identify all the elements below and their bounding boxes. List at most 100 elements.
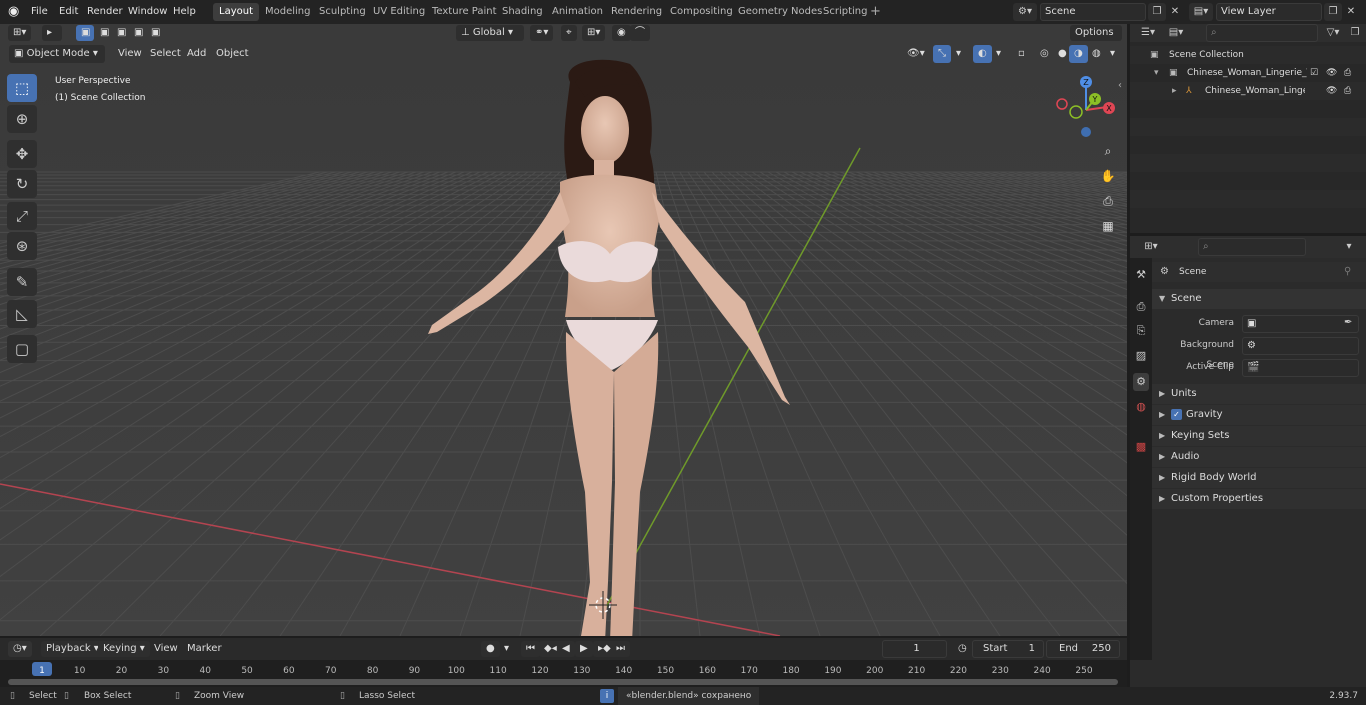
measure-tool-icon[interactable]: ◺ xyxy=(7,300,37,328)
select-box-tool-icon[interactable]: ⬚ xyxy=(7,74,37,102)
preview-range-icon[interactable]: ◷ xyxy=(953,641,972,657)
keying-sets-panel-header[interactable]: ▶ Keying Sets xyxy=(1152,426,1366,446)
scene-panel-header[interactable]: ▼ Scene xyxy=(1152,289,1366,309)
expand-down-icon[interactable]: ▾ xyxy=(1154,64,1159,82)
end-frame-field[interactable]: End 250 xyxy=(1046,640,1120,658)
outliner-row-object[interactable]: ▸ ⅄ Chinese_Woman_Lingeri 👁 ⎙ xyxy=(1130,82,1366,100)
sidebar-toggle-icon[interactable]: ‹ xyxy=(1118,80,1122,91)
add-cube-tool-icon[interactable]: ▢ xyxy=(7,335,37,363)
timeline-menu-marker[interactable]: Marker xyxy=(182,641,227,657)
tab-uv-editing[interactable]: UV Editing xyxy=(367,3,431,21)
audio-panel-header[interactable]: ▶ Audio xyxy=(1152,447,1366,467)
output-tab-icon[interactable]: ⎘ xyxy=(1133,322,1149,340)
menu-file[interactable]: File xyxy=(31,4,48,20)
camera-icon[interactable]: ⎙ xyxy=(1344,82,1351,100)
select-mode-intersect-icon[interactable]: ▣ xyxy=(146,25,164,41)
outliner-display-mode-icon[interactable]: ▤▾ xyxy=(1164,24,1188,42)
rigid-body-world-panel-header[interactable]: ▶ Rigid Body World xyxy=(1152,468,1366,488)
viewlayer-field[interactable]: View Layer xyxy=(1216,3,1322,21)
world-tab-icon[interactable]: ◍ xyxy=(1133,398,1149,416)
gizmos-icon[interactable]: ⤡ xyxy=(933,45,951,63)
tweak-tool-icon[interactable]: ▸ xyxy=(42,25,62,41)
eye-icon[interactable]: 👁 xyxy=(1326,64,1337,82)
active-clip-field[interactable]: 🎬 xyxy=(1242,359,1359,377)
tab-shading[interactable]: Shading xyxy=(496,3,549,21)
zoom-icon[interactable]: ⌕ xyxy=(1097,140,1119,162)
play-icon[interactable]: ▶ xyxy=(575,641,593,657)
outliner-editor-type-icon[interactable]: ☰▾ xyxy=(1136,24,1160,42)
visibility-icon[interactable]: 👁▾ xyxy=(902,45,930,63)
new-collection-icon[interactable]: ❐ xyxy=(1346,24,1364,42)
custom-properties-panel-header[interactable]: ▶ Custom Properties xyxy=(1152,489,1366,509)
tab-rendering[interactable]: Rendering xyxy=(605,3,668,21)
snap-icon[interactable]: ⌖ xyxy=(561,25,577,41)
outliner-row-scene-collection[interactable]: ▣ Scene Collection xyxy=(1130,46,1366,64)
mode-dropdown[interactable]: ▣ Object Mode ▾ xyxy=(9,45,105,63)
eye-icon[interactable]: 👁 xyxy=(1326,82,1337,100)
units-panel-header[interactable]: ▶ Units xyxy=(1152,384,1366,404)
menu-render[interactable]: Render xyxy=(87,4,123,20)
expand-right-icon[interactable]: ▸ xyxy=(1172,82,1177,100)
background-scene-field[interactable]: ⚙ xyxy=(1242,337,1359,355)
new-scene-icon[interactable]: ❐ xyxy=(1148,3,1166,21)
3d-viewport[interactable]: User Perspective (1) Scene Collection ⬚ … xyxy=(0,42,1127,636)
render-tab-icon[interactable]: ⎙ xyxy=(1133,298,1149,316)
camera-view-icon[interactable]: ⎙ xyxy=(1097,190,1119,212)
proportional-edit-icon[interactable]: ◉ xyxy=(612,25,631,41)
delete-viewlayer-icon[interactable]: ✕ xyxy=(1342,3,1360,21)
tab-texture-paint[interactable]: Texture Paint xyxy=(426,3,503,21)
new-viewlayer-icon[interactable]: ❐ xyxy=(1324,3,1342,21)
tab-layout[interactable]: Layout xyxy=(213,3,259,21)
jump-start-icon[interactable]: ⏮ xyxy=(521,641,540,657)
menu-select[interactable]: Select xyxy=(145,45,186,63)
menu-add[interactable]: Add xyxy=(182,45,211,63)
exclude-checkbox-icon[interactable]: ☑ xyxy=(1310,64,1318,82)
material-shading-icon[interactable]: ◑ xyxy=(1069,45,1088,63)
tab-compositing[interactable]: Compositing xyxy=(664,3,739,21)
shading-dropdown-icon[interactable]: ▾ xyxy=(1105,45,1120,63)
properties-editor-type-icon[interactable]: ⊞▾ xyxy=(1138,238,1164,256)
current-frame-field[interactable]: 1 xyxy=(882,640,947,658)
outliner-search-input[interactable]: ⌕ xyxy=(1206,24,1318,42)
scale-tool-icon[interactable]: ⤢ xyxy=(7,202,37,230)
options-dropdown[interactable]: Options ▾ xyxy=(1070,25,1122,54)
pan-hand-icon[interactable]: ✋ xyxy=(1097,165,1119,187)
timeline-scrollbar[interactable] xyxy=(8,679,1118,685)
outliner-row-collection[interactable]: ▾ ▣ Chinese_Woman_Lingerie_T-p ☑ 👁 ⎙ xyxy=(1130,64,1366,82)
gravity-checkbox[interactable]: ✓ xyxy=(1171,409,1182,420)
blender-logo-icon[interactable]: ◉ xyxy=(8,4,24,20)
falloff-icon[interactable]: ⌒ xyxy=(630,25,650,41)
play-reverse-icon[interactable]: ◀ xyxy=(557,641,575,657)
jump-end-icon[interactable]: ⏭ xyxy=(611,641,630,657)
transform-orientation-dropdown[interactable]: ⊥ Global ▾ xyxy=(456,25,524,41)
camera-field[interactable]: ▣ xyxy=(1242,315,1359,333)
overlays-icon[interactable]: ◐ xyxy=(973,45,992,63)
wireframe-shading-icon[interactable]: ◎ xyxy=(1035,45,1054,63)
xray-icon[interactable]: ▫ xyxy=(1013,45,1030,63)
tab-animation[interactable]: Animation xyxy=(546,3,609,21)
rotate-tool-icon[interactable]: ↻ xyxy=(7,170,37,198)
texture-tab-icon[interactable]: ▩ xyxy=(1133,438,1149,456)
pivot-point-icon[interactable]: ⚭▾ xyxy=(530,25,554,41)
select-mode-new-icon[interactable]: ▣ xyxy=(76,25,94,41)
move-tool-icon[interactable]: ✥ xyxy=(7,140,37,168)
view-layer-tab-icon[interactable]: ▨ xyxy=(1133,347,1149,365)
overlays-dropdown-icon[interactable]: ▾ xyxy=(991,45,1006,63)
properties-search-input[interactable]: ⌕ xyxy=(1198,238,1306,256)
start-frame-field[interactable]: Start 1 xyxy=(972,640,1044,658)
transform-tool-icon[interactable]: ⊛ xyxy=(7,232,37,260)
cursor-tool-icon[interactable]: ⊕ xyxy=(7,105,37,133)
gravity-panel-header[interactable]: ▶ ✓ Gravity xyxy=(1152,405,1366,425)
pin-icon[interactable]: ⚲ xyxy=(1344,262,1351,282)
viewlayer-selector-icon[interactable]: ▤▾ xyxy=(1189,3,1213,21)
ortho-toggle-icon[interactable]: ▦ xyxy=(1097,215,1119,237)
menu-view[interactable]: View xyxy=(113,45,147,63)
properties-options-icon[interactable]: ▾ xyxy=(1340,238,1358,256)
navigation-gizmo[interactable]: Z X Y xyxy=(1052,72,1122,142)
select-mode-invert-icon[interactable]: ▣ xyxy=(129,25,147,41)
tool-tab-icon[interactable]: ⚒ xyxy=(1133,266,1149,284)
filter-icon[interactable]: ▽▾ xyxy=(1322,24,1344,42)
tab-scripting[interactable]: Scripting xyxy=(817,3,873,21)
menu-object[interactable]: Object xyxy=(211,45,254,63)
scene-tab-icon[interactable]: ⚙ xyxy=(1133,373,1149,391)
